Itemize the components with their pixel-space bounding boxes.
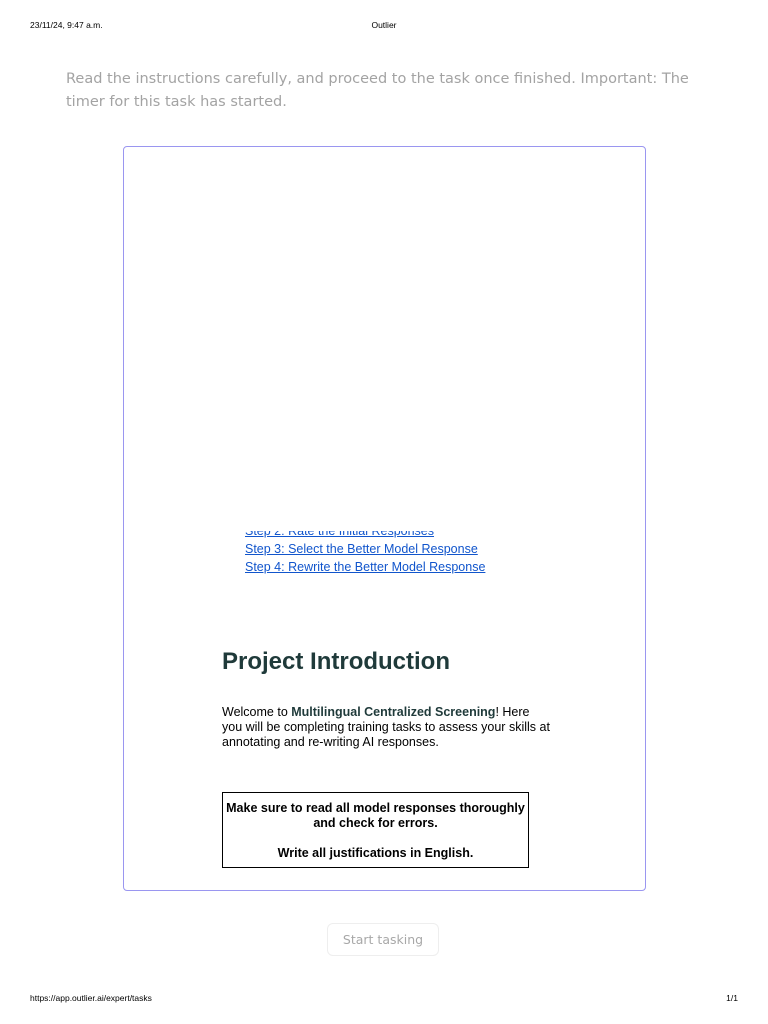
welcome-paragraph: Welcome to Multilingual Centralized Scre…: [222, 705, 552, 750]
toc-link-step-3[interactable]: Step 3: Select the Better Model Response: [245, 542, 478, 557]
notice-english-justifications: Write all justifications in English.: [277, 846, 474, 860]
print-url: https://app.outlier.ai/expert/tasks: [30, 993, 152, 1003]
important-notice-box: Make sure to read all model responses th…: [222, 792, 529, 868]
scroll-clip-overlay: [245, 519, 545, 531]
print-page-title: Outlier: [371, 20, 397, 30]
instructions-text: Read the instructions carefully, and pro…: [66, 71, 689, 110]
print-page-count: 1/1: [726, 993, 738, 1003]
start-tasking-button[interactable]: Start tasking: [327, 923, 439, 956]
welcome-prefix: Welcome to: [222, 705, 292, 719]
project-introduction-heading: Project Introduction: [222, 648, 450, 675]
toc-link-step-4[interactable]: Step 4: Rewrite the Better Model Respons…: [245, 560, 485, 575]
instructions-document-frame[interactable]: Step 2: Rate the Initial Responses Step …: [123, 146, 646, 891]
table-of-contents: Step 2: Rate the Initial Responses Step …: [245, 519, 545, 579]
notice-read-responses: Make sure to read all model responses th…: [226, 801, 525, 830]
page: 23/11/24, 9:47 a.m. Outlier Read the ins…: [0, 0, 768, 1024]
project-name: Multilingual Centralized Screening: [291, 705, 496, 719]
